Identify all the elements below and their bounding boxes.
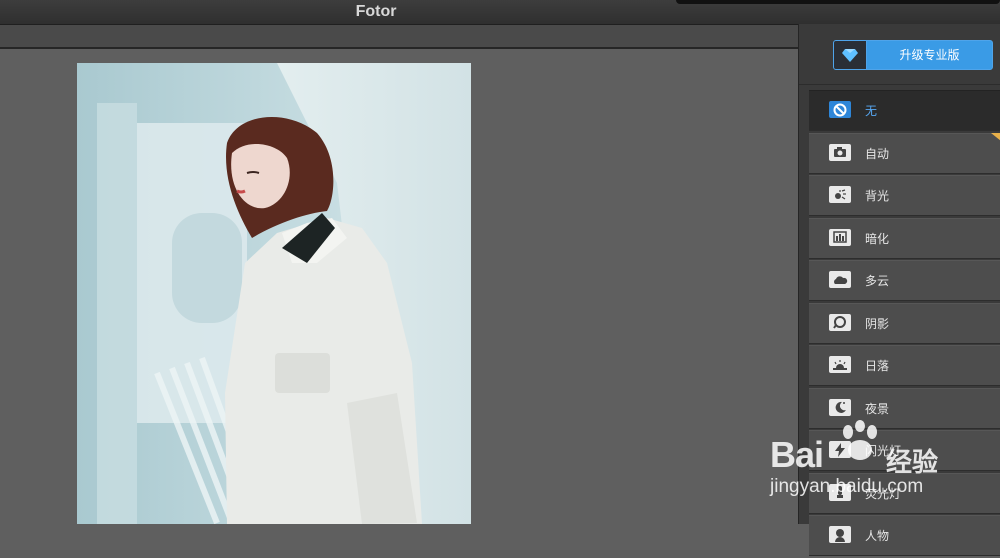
backlight-icon xyxy=(829,186,851,203)
window-title: Fotor xyxy=(355,3,397,20)
scene-label: 无 xyxy=(865,104,878,118)
scene-item-none[interactable]: 无 xyxy=(809,90,1000,131)
scene-item-portrait[interactable]: 人物 xyxy=(809,515,1000,556)
scene-item-cloudy[interactable]: 多云 xyxy=(809,260,1000,301)
scene-label: 背光 xyxy=(865,189,890,203)
scene-label: 自动 xyxy=(865,146,890,161)
camera-icon xyxy=(829,143,851,161)
upgrade-pro-label: 升级专业版 xyxy=(899,48,960,62)
scene-item-auto[interactable]: 自动 xyxy=(809,132,1000,174)
cloud-icon xyxy=(829,271,851,288)
scene-item-shadow[interactable]: 阴影 xyxy=(809,302,1000,344)
title-bar-shadow xyxy=(676,0,1000,4)
baidu-jingyan-watermark: Bai 经验 jingyan.baidu.com xyxy=(766,420,966,510)
scene-label: 夜景 xyxy=(865,401,890,416)
none-icon xyxy=(829,101,851,118)
scene-label: 多云 xyxy=(865,274,890,288)
sunset-icon xyxy=(829,356,851,373)
watermark-brand-jingyan: 经验 xyxy=(886,448,939,478)
scene-item-backlight[interactable]: 背光 xyxy=(809,175,1000,216)
portrait-icon xyxy=(829,526,851,543)
paw-logo-icon xyxy=(843,420,877,460)
shadow-icon xyxy=(829,313,851,331)
night-icon xyxy=(829,398,851,416)
scene-label: 人物 xyxy=(865,529,890,543)
corner-marker xyxy=(991,132,1000,141)
scene-label: 日落 xyxy=(865,359,890,373)
darken-icon xyxy=(829,228,851,246)
scene-label: 暗化 xyxy=(865,231,890,246)
diamond-icon xyxy=(834,41,867,69)
upgrade-pro-button[interactable]: 升级专业版 xyxy=(833,40,993,70)
toolbar xyxy=(0,25,798,49)
scene-item-sunset[interactable]: 日落 xyxy=(809,345,1000,386)
photo-image xyxy=(77,63,471,524)
divider xyxy=(799,84,1000,85)
watermark-url: jingyan.baidu.com xyxy=(770,476,924,497)
title-bar: Fotor xyxy=(0,0,1000,25)
scene-label: 阴影 xyxy=(865,316,890,331)
scene-item-darken[interactable]: 暗化 xyxy=(809,217,1000,259)
watermark-brand: Bai xyxy=(770,434,824,475)
photo-preview[interactable] xyxy=(77,63,471,524)
